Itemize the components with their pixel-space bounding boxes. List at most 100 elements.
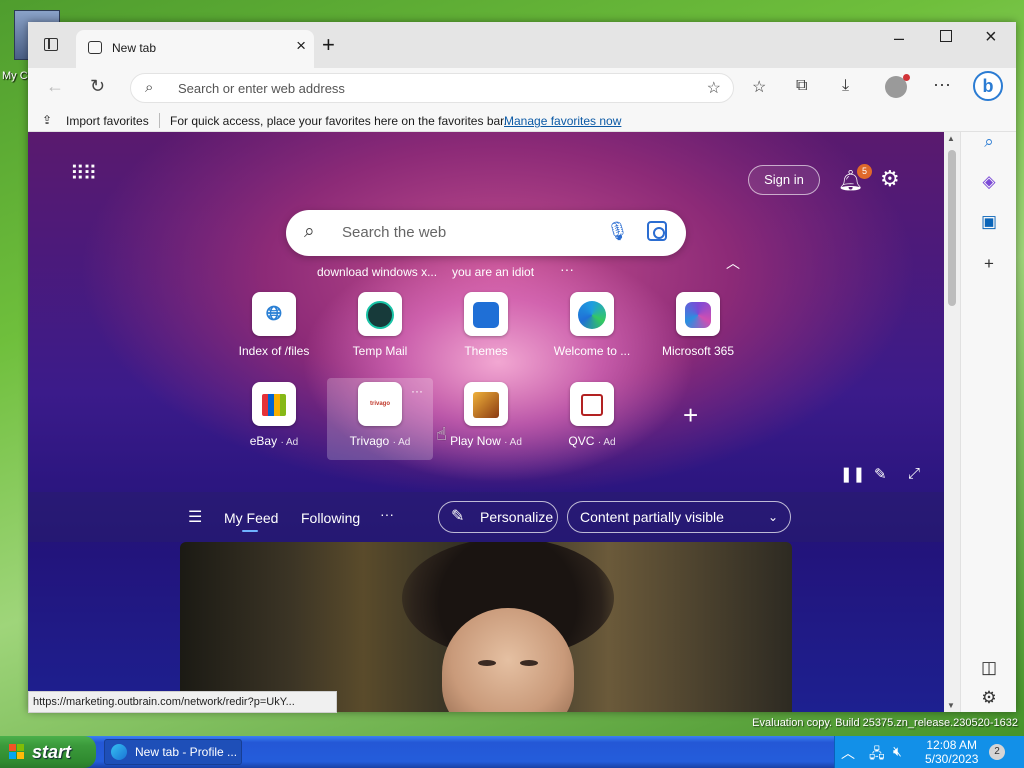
notification-center-badge[interactable]: 2 bbox=[989, 744, 1005, 760]
add-sidebar-app-icon[interactable]: + bbox=[979, 254, 999, 274]
scrollbar-thumb[interactable] bbox=[948, 150, 956, 306]
image-eye bbox=[478, 660, 496, 666]
web-search-box[interactable]: ⌕ Search the web 🎙︎ bbox=[286, 210, 686, 256]
shopping-bag-icon bbox=[252, 382, 296, 426]
background-info-icon[interactable]: ✎ bbox=[874, 465, 887, 483]
clock-time: 12:08 AM bbox=[926, 738, 978, 752]
taskbar-edge-window[interactable]: New tab - Profile ... bbox=[104, 739, 242, 765]
close-tab-icon[interactable]: × bbox=[296, 36, 306, 56]
divider bbox=[159, 113, 160, 128]
qvc-icon bbox=[570, 382, 614, 426]
quick-link-tile-hovered[interactable]: trivago Trivago · Ad ··· bbox=[327, 378, 433, 464]
quick-link-tile[interactable]: Play Now · Ad bbox=[433, 382, 539, 464]
quick-link-tile[interactable]: eBay · Ad bbox=[221, 382, 327, 464]
m365-sidebar-icon[interactable]: ◈ bbox=[979, 172, 999, 192]
page-scrollbar[interactable]: ▲ ▼ bbox=[944, 132, 960, 712]
minimize-icon[interactable]: – bbox=[894, 28, 904, 49]
ad-marker: · Ad bbox=[280, 437, 299, 448]
page-settings-gear-icon[interactable]: ⚙ bbox=[880, 166, 900, 192]
scroll-up-icon[interactable]: ▲ bbox=[947, 134, 955, 143]
favorites-icon[interactable]: ☆ bbox=[752, 77, 766, 97]
personalize-icon: ✎ bbox=[451, 508, 465, 525]
tile-label-text: eBay bbox=[249, 434, 278, 448]
tile-more-options-icon[interactable]: ··· bbox=[411, 384, 423, 398]
maximize-icon[interactable] bbox=[940, 30, 952, 42]
personalize-label: Personalize bbox=[480, 509, 554, 525]
windows-flag-icon bbox=[9, 744, 25, 760]
trending-search[interactable]: download windows x... bbox=[317, 265, 437, 279]
tile-label: Microsoft 365 bbox=[661, 344, 735, 358]
back-icon[interactable]: ← bbox=[46, 76, 64, 97]
expand-icon[interactable]: ⤢ bbox=[908, 465, 920, 482]
collapse-chevron-icon[interactable]: ︿ bbox=[726, 253, 740, 273]
search-icon: ⌕ bbox=[145, 79, 154, 96]
clock[interactable]: 12:08 AM 5/30/2023 bbox=[925, 738, 978, 766]
address-placeholder: Search or enter web address bbox=[178, 81, 345, 96]
add-shortcut-icon[interactable]: + bbox=[683, 400, 698, 431]
trending-search[interactable]: you are an idiot bbox=[452, 265, 534, 279]
volume-muted-icon[interactable]: 🔇︎ bbox=[893, 743, 902, 760]
quick-link-tile[interactable]: QVC · Ad bbox=[539, 382, 645, 464]
trending-more-icon[interactable]: ··· bbox=[560, 261, 574, 277]
quick-link-tile[interactable]: Temp Mail bbox=[327, 292, 433, 374]
sign-in-button[interactable]: Sign in bbox=[748, 165, 820, 195]
active-tab-indicator bbox=[242, 530, 258, 532]
sidebar-settings-icon[interactable]: ⚙ bbox=[979, 688, 999, 708]
hide-sidebar-icon[interactable]: ◫ bbox=[979, 658, 999, 678]
outlook-icon[interactable]: ▣ bbox=[979, 212, 999, 232]
close-window-icon[interactable]: × bbox=[985, 26, 997, 49]
quick-link-tile[interactable]: Welcome to ... bbox=[539, 292, 645, 374]
search-sidebar-icon[interactable]: ⌕ bbox=[979, 132, 999, 152]
quick-link-tile[interactable]: Themes bbox=[433, 292, 539, 374]
content-visibility-select[interactable]: Content partially visible ⌄ bbox=[567, 501, 791, 533]
quick-link-tile[interactable]: Microsoft 365 bbox=[645, 292, 751, 374]
show-hidden-icons-chevron[interactable]: ︿ bbox=[841, 743, 855, 763]
favorites-hint: For quick access, place your favorites h… bbox=[170, 114, 507, 128]
microphone-icon[interactable]: 🎙︎ bbox=[606, 221, 629, 242]
personalize-button[interactable]: ✎ Personalize bbox=[438, 501, 558, 533]
app-launcher-icon[interactable]: ⠿⠿ bbox=[70, 164, 97, 184]
tab-actions-icon[interactable] bbox=[44, 38, 58, 51]
address-input[interactable]: ⌕ Search or enter web address ☆ bbox=[130, 73, 734, 103]
themes-icon bbox=[464, 292, 508, 336]
import-favorites-button[interactable]: Import favorites bbox=[66, 114, 149, 128]
bing-chat-icon[interactable]: b bbox=[973, 71, 1003, 101]
more-menu-icon[interactable]: ··· bbox=[933, 74, 951, 95]
new-tab-page: ⠿⠿ Sign in 🔔︎ 5 ⚙ ⌕ Search the web 🎙︎ do… bbox=[28, 132, 944, 712]
tile-label: eBay · Ad bbox=[221, 434, 327, 448]
refresh-icon[interactable]: ↻ bbox=[90, 76, 105, 97]
notification-badge: 5 bbox=[857, 164, 872, 179]
feed-more-icon[interactable]: ··· bbox=[380, 506, 394, 522]
edge-icon bbox=[570, 292, 614, 336]
tab-following[interactable]: Following bbox=[301, 510, 360, 526]
downloads-icon[interactable]: ⤓ bbox=[842, 77, 849, 95]
profile-avatar[interactable] bbox=[885, 74, 910, 98]
m365-icon bbox=[676, 292, 720, 336]
network-icon[interactable]: 🖧︎ bbox=[869, 743, 885, 767]
pause-background-icon[interactable]: ❚❚ bbox=[840, 465, 865, 483]
tile-label: Temp Mail bbox=[352, 344, 408, 358]
tab-my-feed[interactable]: My Feed bbox=[224, 510, 278, 526]
feed-bar: ☰ My Feed Following ··· ✎ Personalize Co… bbox=[28, 492, 944, 542]
visual-search-icon[interactable] bbox=[647, 221, 667, 241]
taskbar-task-label: New tab - Profile ... bbox=[135, 745, 238, 759]
news-card-image[interactable] bbox=[180, 542, 792, 712]
tile-label-text: Trivago bbox=[349, 434, 390, 448]
feed-menu-icon[interactable]: ☰ bbox=[188, 507, 202, 527]
start-button[interactable]: start bbox=[0, 736, 96, 768]
add-favorite-icon[interactable]: ☆ bbox=[707, 78, 721, 98]
address-bar: ← ↻ ⌕ Search or enter web address ☆ ☆ ⧉ … bbox=[28, 68, 1016, 110]
scroll-down-icon[interactable]: ▼ bbox=[947, 701, 955, 710]
chevron-down-icon: ⌄ bbox=[767, 510, 778, 524]
tile-label-text: Play Now bbox=[450, 434, 501, 448]
collections-icon[interactable]: ⧉ bbox=[796, 77, 807, 95]
new-tab-button[interactable]: + bbox=[322, 32, 335, 58]
ad-marker: · Ad bbox=[597, 437, 616, 448]
tile-label-text: QVC bbox=[568, 434, 595, 448]
quick-link-tile[interactable]: 🌐︎ Index of /files bbox=[221, 292, 327, 374]
edge-icon bbox=[111, 744, 127, 760]
manage-favorites-link[interactable]: Manage favorites now bbox=[504, 114, 621, 128]
eval-line-2: Evaluation copy. Build 25375.zn_release.… bbox=[752, 717, 1018, 729]
title-bar: New tab × + – × bbox=[28, 22, 1016, 68]
tab-new-tab[interactable]: New tab × bbox=[76, 30, 314, 68]
